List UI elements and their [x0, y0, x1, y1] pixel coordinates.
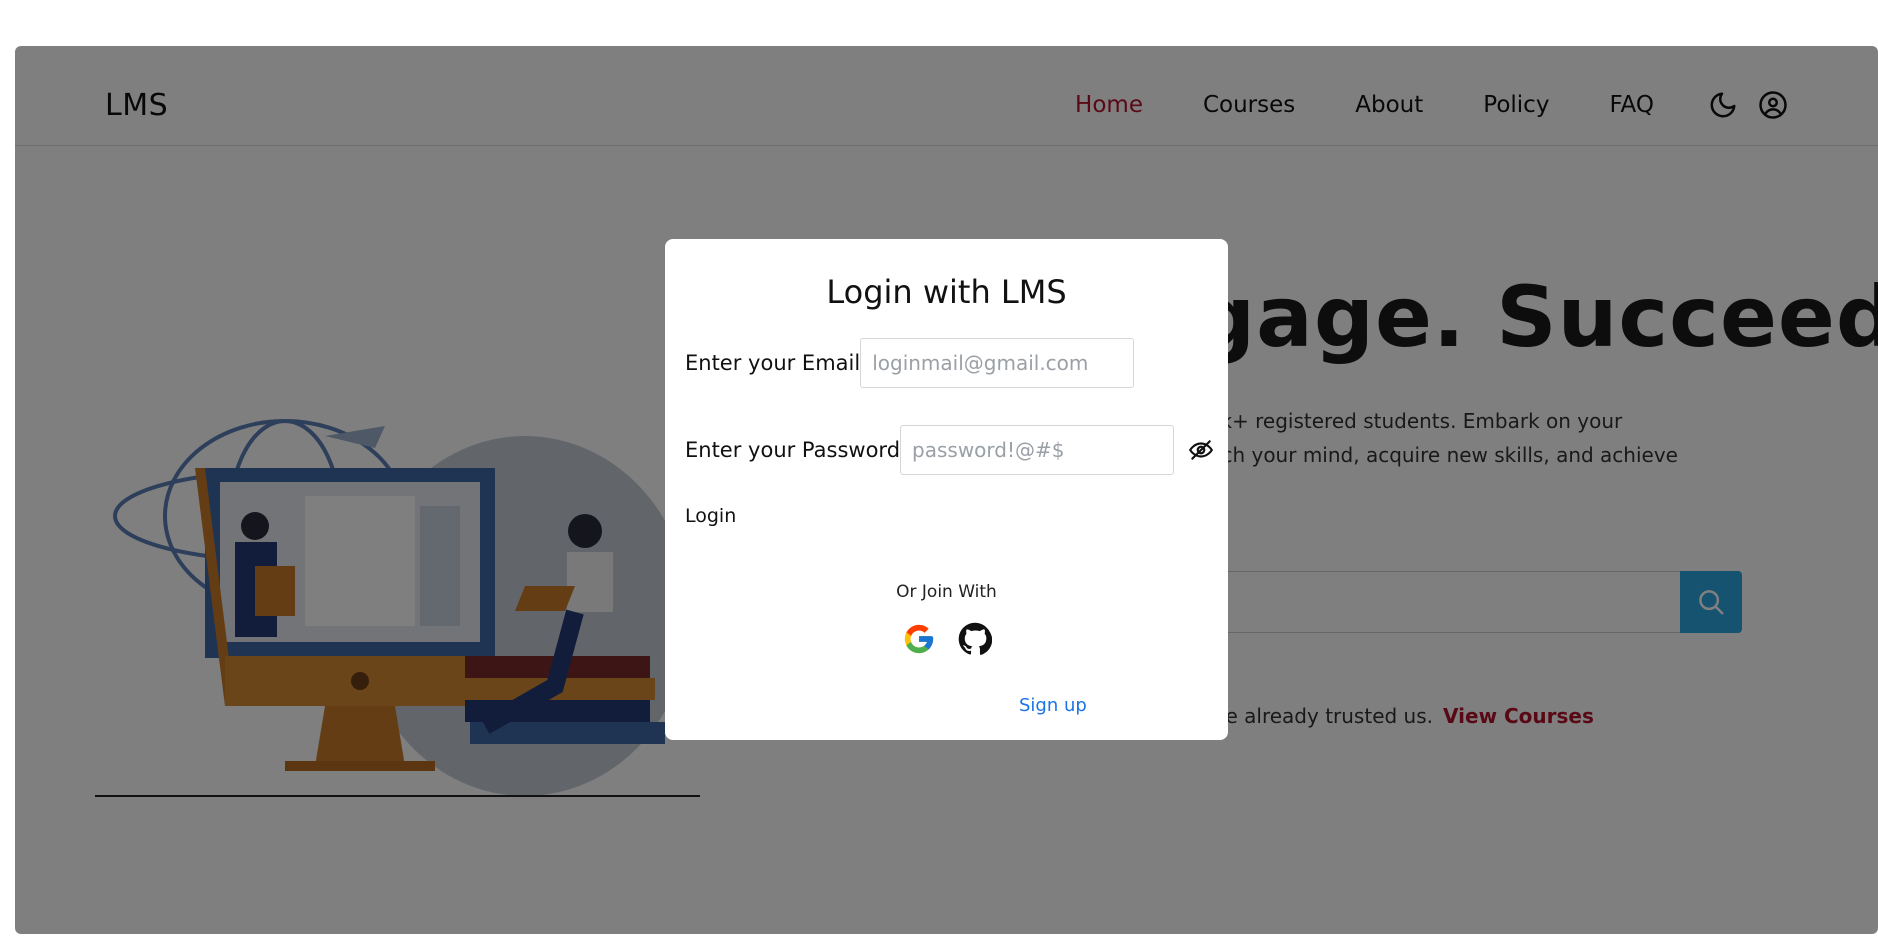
email-row: Enter your Email [685, 338, 1135, 388]
or-join-with-label: Or Join With [896, 582, 997, 602]
github-icon[interactable] [958, 622, 992, 656]
modal-title: Login with LMS [826, 273, 1067, 311]
password-field[interactable] [900, 425, 1175, 475]
login-button[interactable]: Login [685, 505, 736, 527]
social-login-group [665, 622, 1228, 656]
google-icon[interactable] [902, 622, 936, 656]
email-field[interactable] [860, 338, 1135, 388]
email-label: Enter your Email [685, 351, 861, 375]
eye-off-icon[interactable] [1188, 437, 1214, 463]
signup-link[interactable]: Sign up [1019, 695, 1087, 716]
password-row: Enter your Password [685, 425, 1214, 475]
browser-top-margin [0, 0, 1878, 46]
login-modal: Login with LMS Enter your Email Enter yo… [665, 239, 1228, 740]
password-label: Enter your Password [685, 438, 901, 462]
